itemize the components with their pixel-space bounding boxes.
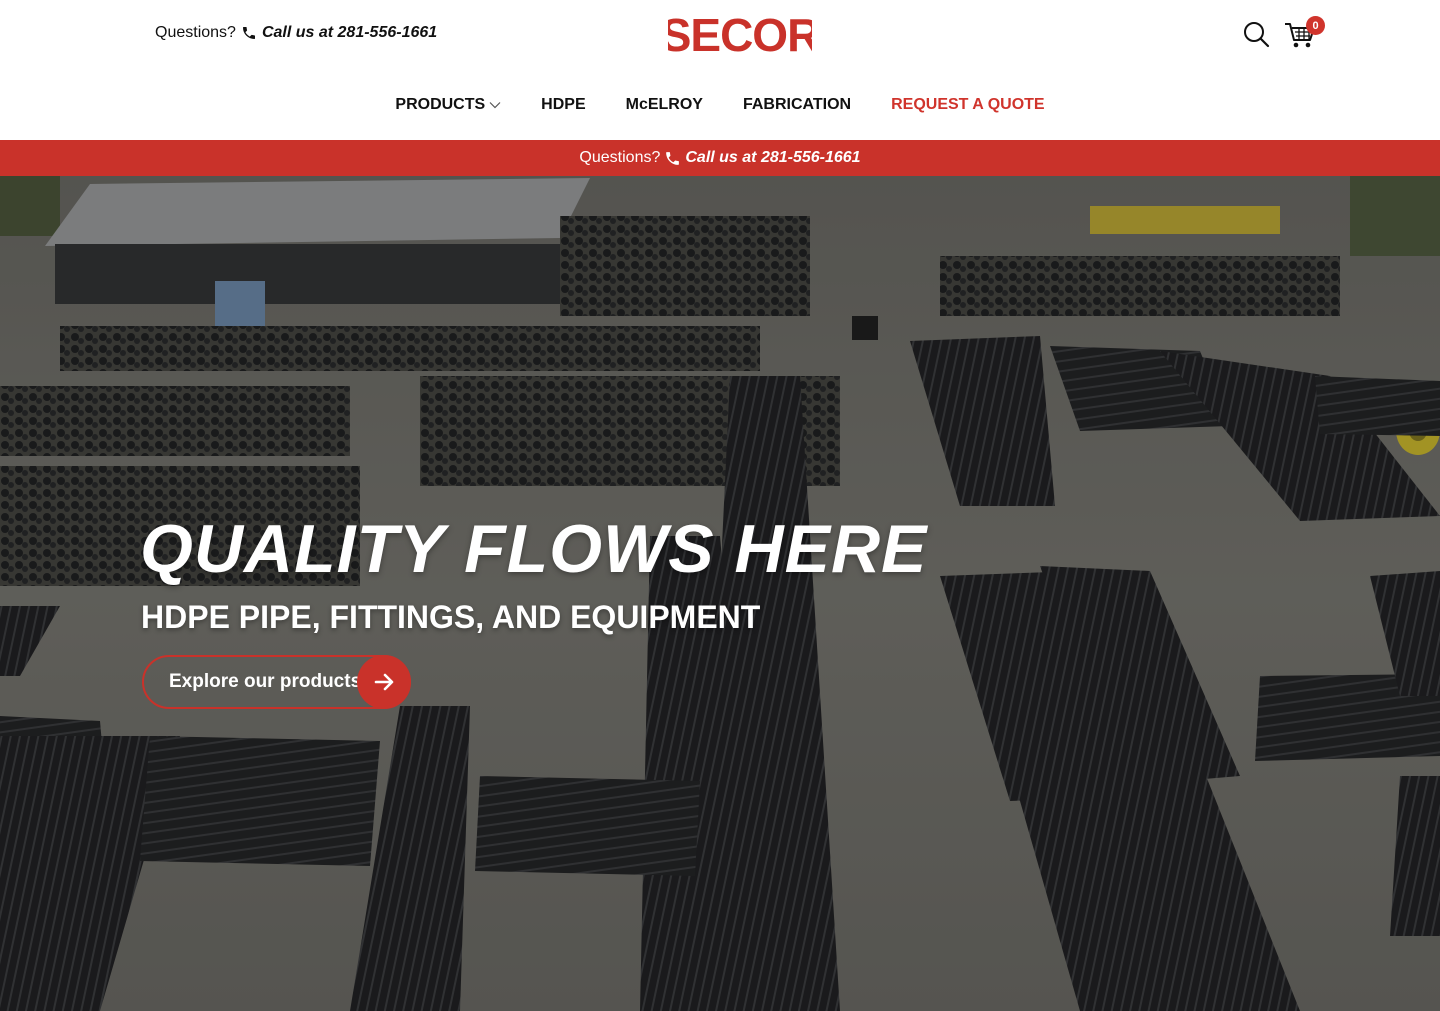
nav-fabrication-label: FABRICATION xyxy=(742,96,852,113)
nav-hdpe-label: HDPE xyxy=(541,96,586,113)
phone-icon xyxy=(666,151,680,165)
nav-mcelroy-label: McELROY xyxy=(625,96,703,113)
nav-hdpe[interactable]: HDPE xyxy=(541,96,585,114)
header-phone[interactable]: Questions? Call us at 281-556-1661 xyxy=(155,24,437,42)
hero-title: QUALITY FLOWS HERE xyxy=(140,511,928,587)
nav-request-quote[interactable]: REQUEST A QUOTE xyxy=(891,96,1045,114)
nav-mcelroy[interactable]: McELROY xyxy=(626,96,703,114)
phone-prefix: Questions? xyxy=(155,24,236,41)
logo-text: SECOR xyxy=(668,12,812,56)
nav-request-quote-label: REQUEST A QUOTE xyxy=(891,96,1045,113)
chevron-down-icon xyxy=(489,102,501,109)
arrow-right-icon xyxy=(357,655,411,709)
search-icon[interactable] xyxy=(1242,20,1270,48)
site-header: Questions? Call us at 281-556-1661 SECOR… xyxy=(0,0,1440,140)
cart-count-badge: 0 xyxy=(1306,16,1325,35)
nav-fabrication[interactable]: FABRICATION xyxy=(743,96,851,114)
phone-icon xyxy=(242,27,255,39)
hero-section: QUALITY FLOWS HERE HDPE PIPE, FITTINGS, … xyxy=(0,176,1440,1011)
explore-products-label: Explore our products xyxy=(169,671,362,692)
explore-products-button[interactable]: Explore our products xyxy=(142,655,411,709)
secor-logo[interactable]: SECOR xyxy=(668,12,812,56)
banner-phone-link[interactable]: Call us at 281-556-1661 xyxy=(685,149,860,167)
hero-overlay xyxy=(0,176,1440,1011)
phone-link[interactable]: Call us at 281-556-1661 xyxy=(262,24,437,42)
nav-products-label: PRODUCTS xyxy=(395,96,486,113)
main-nav: PRODUCTS HDPE McELROY FABRICATION REQUES… xyxy=(0,92,1440,118)
nav-products[interactable]: PRODUCTS xyxy=(395,96,501,114)
banner-prefix: Questions? xyxy=(579,149,661,166)
hero-subtitle: HDPE PIPE, FITTINGS, AND EQUIPMENT xyxy=(141,599,761,635)
phone-banner: Questions? Call us at 281-556-1661 xyxy=(0,140,1440,176)
